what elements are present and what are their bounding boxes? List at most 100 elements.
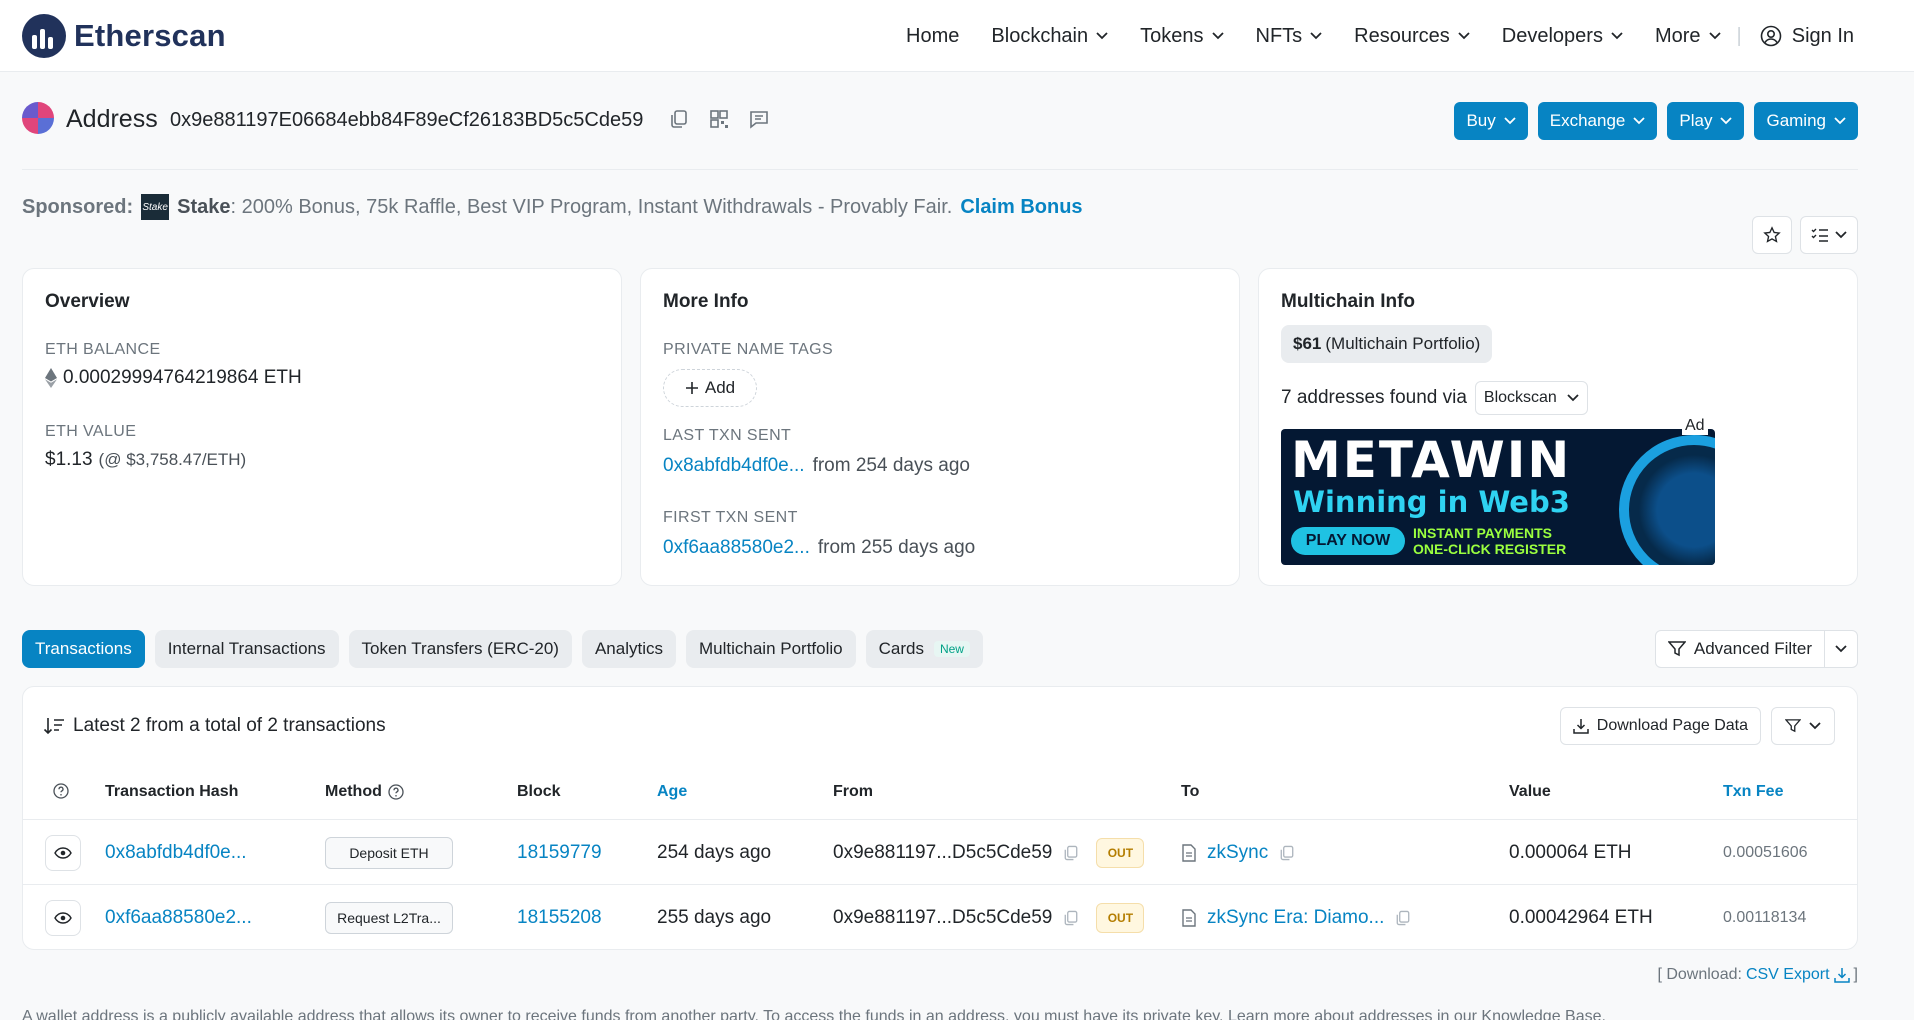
address-avatar — [22, 102, 54, 134]
comment-icon[interactable] — [748, 108, 770, 130]
eth-rate: (@ $3,758.47/ETH) — [98, 450, 247, 469]
txn-fee: 0.00118134 — [1723, 909, 1807, 926]
contract-file-icon — [1182, 844, 1196, 862]
eye-icon — [54, 912, 72, 924]
chevron-down-icon — [1720, 117, 1733, 125]
plus-icon — [685, 382, 698, 394]
tab-cards[interactable]: Cards New — [865, 630, 983, 668]
view-details-button[interactable] — [45, 835, 81, 871]
favorite-button[interactable] — [1752, 216, 1792, 254]
last-txn-hash-link[interactable]: 0x8abfdb4df0e... — [663, 455, 805, 477]
eth-balance-label: ETH BALANCE — [45, 341, 161, 358]
nav-developers[interactable]: Developers — [1502, 25, 1623, 48]
claim-bonus-link[interactable]: Claim Bonus — [960, 196, 1082, 219]
filter-icon — [1785, 719, 1801, 733]
copy-icon[interactable] — [1062, 909, 1080, 927]
txn-value: 0.00042964 ETH — [1509, 907, 1653, 928]
method-badge: Request L2Tra... — [325, 902, 453, 934]
block-link[interactable]: 18159779 — [517, 842, 602, 864]
tab-internal-transactions[interactable]: Internal Transactions — [154, 630, 339, 668]
exchange-button[interactable]: Exchange — [1537, 102, 1658, 140]
stake-logo: Stake — [141, 194, 170, 220]
method-badge: Deposit ETH — [325, 837, 453, 869]
copy-icon[interactable] — [668, 108, 690, 130]
eye-icon — [54, 847, 72, 859]
chevron-down-icon — [1096, 32, 1108, 40]
copy-icon[interactable] — [1278, 844, 1296, 862]
txn-hash-link[interactable]: 0x8abfdb4df0e... — [105, 842, 247, 864]
sponsor-text: : 200% Bonus, 75k Raffle, Best VIP Progr… — [230, 195, 953, 218]
row-divider — [23, 819, 1857, 820]
advanced-filter-group: Advanced Filter — [1654, 630, 1858, 668]
tab-transactions[interactable]: Transactions — [22, 630, 145, 668]
blockscan-dropdown[interactable]: Blockscan — [1474, 381, 1588, 415]
advanced-filter-dropdown[interactable] — [1824, 631, 1857, 667]
nav-more[interactable]: More — [1655, 25, 1721, 48]
sponsored-banner: Sponsored: Stake Stake: 200% Bonus, 75k … — [22, 194, 1083, 220]
first-txn-hash-link[interactable]: 0xf6aa88580e2... — [663, 537, 810, 559]
direction-badge: OUT — [1096, 838, 1145, 868]
nav-divider: | — [1736, 24, 1742, 47]
nav-blockchain[interactable]: Blockchain — [991, 25, 1108, 48]
ad-subtitle: Winning in Web3 — [1293, 485, 1570, 519]
first-txn-age: from 255 days ago — [817, 537, 976, 558]
chevron-down-icon — [1567, 394, 1579, 402]
filter-icon — [1667, 641, 1686, 657]
chevron-down-icon — [1835, 645, 1847, 653]
chevron-down-icon — [1458, 32, 1470, 40]
ad-play-now-button[interactable]: PLAY NOW — [1291, 527, 1405, 555]
star-icon — [1763, 226, 1781, 243]
metawin-ad-banner[interactable]: METAWIN Winning in Web3 PLAY NOW INSTANT… — [1281, 429, 1715, 565]
block-link[interactable]: 18155208 — [517, 907, 602, 929]
ethereum-icon — [45, 368, 57, 388]
nav-resources[interactable]: Resources — [1354, 25, 1470, 48]
txn-age: 254 days ago — [657, 842, 772, 863]
nav-tokens[interactable]: Tokens — [1140, 25, 1224, 48]
eth-balance: 0.00029994764219864 ETH — [45, 367, 302, 389]
tab-token-transfers[interactable]: Token Transfers (ERC-20) — [348, 630, 572, 668]
brand-name: Etherscan — [74, 18, 226, 53]
view-details-button[interactable] — [45, 900, 81, 936]
download-page-data-button[interactable]: Download Page Data — [1559, 707, 1761, 745]
play-button[interactable]: Play — [1667, 102, 1745, 140]
contract-file-icon — [1182, 909, 1196, 927]
question-circle-icon[interactable] — [388, 784, 404, 800]
header-method: Method — [325, 783, 404, 801]
list-options-button[interactable] — [1800, 216, 1858, 254]
copy-icon[interactable] — [1394, 909, 1412, 927]
nav-nfts[interactable]: NFTs — [1256, 25, 1323, 48]
main-nav: Home Blockchain Tokens NFTs Resources De… — [874, 20, 1854, 52]
advanced-filter-button[interactable]: Advanced Filter — [1656, 631, 1824, 667]
buy-button[interactable]: Buy — [1454, 102, 1528, 140]
gaming-button[interactable]: Gaming — [1754, 102, 1858, 140]
header-transaction-hash: Transaction Hash — [105, 783, 239, 800]
header-to: To — [1181, 783, 1200, 800]
txn-value: 0.000064 ETH — [1509, 842, 1632, 863]
copy-icon[interactable] — [1062, 844, 1080, 862]
address-actions — [668, 108, 770, 130]
txn-hash-link[interactable]: 0xf6aa88580e2... — [105, 907, 252, 929]
nav-home[interactable]: Home — [906, 25, 959, 48]
download-icon — [1833, 968, 1850, 983]
etherscan-logo[interactable]: Etherscan — [22, 14, 226, 58]
header-age[interactable]: Age — [657, 783, 687, 801]
page-title: Address — [66, 105, 158, 133]
add-name-tag-button[interactable]: Add — [663, 369, 757, 407]
quick-action-buttons: Buy Exchange Play Gaming — [1454, 102, 1858, 140]
multichain-portfolio-pill[interactable]: $61 (Multichain Portfolio) — [1281, 325, 1493, 363]
chevron-down-icon — [1809, 722, 1821, 730]
private-name-tags-label: PRIVATE NAME TAGS — [663, 341, 834, 358]
csv-export-link[interactable]: CSV Export — [1746, 966, 1830, 984]
header-txn-fee[interactable]: Txn Fee — [1723, 783, 1783, 801]
new-badge: New — [933, 641, 970, 657]
txn-age: 255 days ago — [657, 907, 772, 928]
tab-analytics[interactable]: Analytics — [581, 630, 676, 668]
tab-multichain-portfolio[interactable]: Multichain Portfolio — [685, 630, 856, 668]
eth-value-label: ETH VALUE — [45, 423, 137, 440]
table-filter-button[interactable] — [1771, 707, 1835, 745]
sign-in-link[interactable]: Sign In — [1760, 25, 1854, 48]
column-info[interactable] — [53, 783, 69, 799]
qr-code-icon[interactable] — [708, 108, 730, 130]
direction-badge: OUT — [1096, 903, 1145, 933]
ad-brand: METAWIN — [1291, 431, 1572, 489]
